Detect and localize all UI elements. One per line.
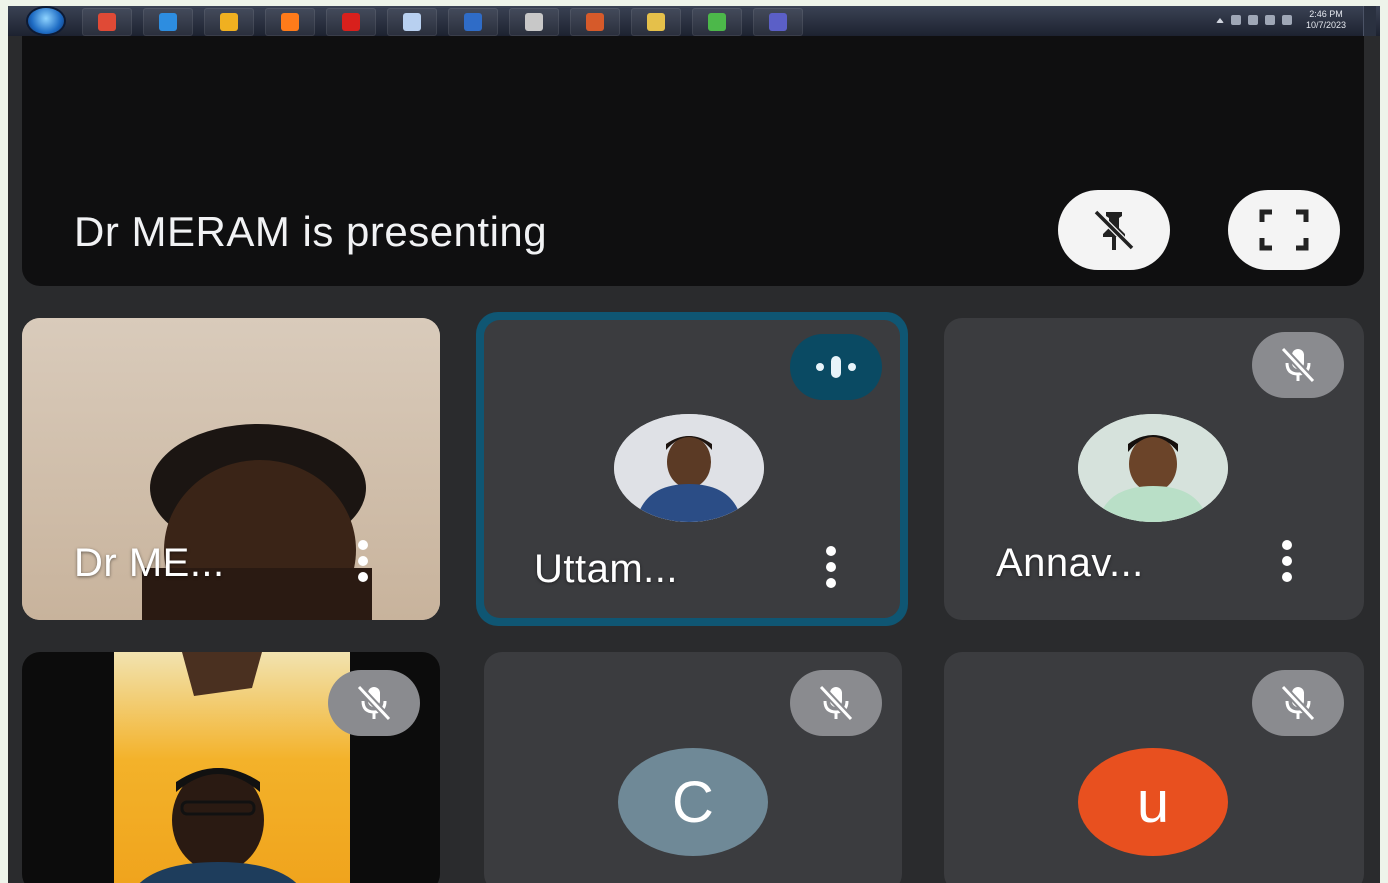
system-tray (1216, 15, 1292, 25)
taskbar-app-button[interactable] (204, 8, 254, 36)
mic-muted-indicator (328, 670, 420, 736)
word-icon (464, 13, 482, 31)
acrobat-reader-icon (342, 13, 360, 31)
notepad-icon (403, 13, 421, 31)
participant-tile-video[interactable] (22, 652, 440, 883)
unpin-icon (1093, 209, 1135, 251)
mic-off-icon (356, 684, 392, 722)
meet-screen: 2:46 PM 10/7/2023 Dr MERAM is presenting (8, 6, 1380, 883)
more-options-icon[interactable] (356, 540, 370, 584)
taskbar-app-button[interactable] (631, 8, 681, 36)
powerpoint-icon (586, 13, 604, 31)
flag-icon[interactable] (1231, 15, 1241, 25)
mic-off-icon (1280, 346, 1316, 384)
network-status-icon[interactable] (1248, 15, 1258, 25)
tile-inner: Uttam... (484, 320, 900, 618)
avatar: C (618, 748, 768, 856)
participant-tile-c[interactable]: C (484, 652, 902, 883)
signal-icon[interactable] (1282, 15, 1292, 25)
tray-expand-icon[interactable] (1216, 18, 1224, 23)
taskbar-app-button[interactable] (570, 8, 620, 36)
teams-icon (769, 13, 787, 31)
clock-time: 2:46 PM (1309, 9, 1343, 19)
media-player-icon (220, 13, 238, 31)
mic-muted-indicator (1252, 332, 1344, 398)
taskbar-app-button[interactable] (82, 8, 132, 36)
mic-muted-indicator (1252, 670, 1344, 736)
clock-date: 10/7/2023 (1305, 20, 1347, 30)
start-button[interactable] (28, 8, 64, 34)
taskbar-app-button[interactable] (387, 8, 437, 36)
taskbar-app-button[interactable] (753, 8, 803, 36)
avatar-initial: u (1136, 769, 1170, 835)
participant-name: Annav... (996, 541, 1144, 585)
presentation-banner: Dr MERAM is presenting (22, 36, 1364, 286)
taskbar-app-button[interactable] (448, 8, 498, 36)
audio-level-icon (816, 356, 856, 378)
mic-muted-indicator (790, 670, 882, 736)
show-desktop-button[interactable] (1363, 6, 1376, 36)
more-options-icon[interactable] (1280, 540, 1294, 584)
participant-tile-annav[interactable]: Annav... (944, 318, 1364, 620)
taskbar-clock[interactable]: 2:46 PM 10/7/2023 (1294, 9, 1358, 31)
search-tool-icon (525, 13, 543, 31)
windows-taskbar: 2:46 PM 10/7/2023 (8, 6, 1380, 36)
unpin-button[interactable] (1058, 190, 1170, 270)
participant-tile-uttam[interactable]: Uttam... (476, 312, 908, 626)
avatar (614, 414, 764, 522)
participant-tile-u[interactable]: u (944, 652, 1364, 883)
participant-name: Dr ME... (74, 541, 225, 585)
taskbar-app-button[interactable] (265, 8, 315, 36)
avatar: u (1078, 748, 1228, 856)
participant-tile-dr-meram[interactable]: Dr ME... (22, 318, 440, 620)
firefox-icon (281, 13, 299, 31)
volume-icon[interactable] (1265, 15, 1275, 25)
taskbar-app-button[interactable] (509, 8, 559, 36)
more-options-icon[interactable] (824, 546, 838, 590)
chrome-icon (98, 13, 116, 31)
mic-off-icon (818, 684, 854, 722)
speaking-indicator (790, 334, 882, 400)
taskbar-app-button[interactable] (326, 8, 376, 36)
fullscreen-button[interactable] (1228, 190, 1340, 270)
presenting-label: Dr MERAM is presenting (74, 208, 548, 255)
taskbar-app-button[interactable] (692, 8, 742, 36)
mic-off-icon (1280, 684, 1316, 722)
taskbar-app-button[interactable] (143, 8, 193, 36)
utorrent-icon (708, 13, 726, 31)
avatar (1078, 414, 1228, 522)
avatar-initial: C (672, 769, 714, 835)
internet-explorer-icon (159, 13, 177, 31)
fullscreen-icon (1259, 209, 1309, 251)
participant-name: Uttam... (534, 547, 679, 591)
file-explorer-icon (647, 13, 665, 31)
